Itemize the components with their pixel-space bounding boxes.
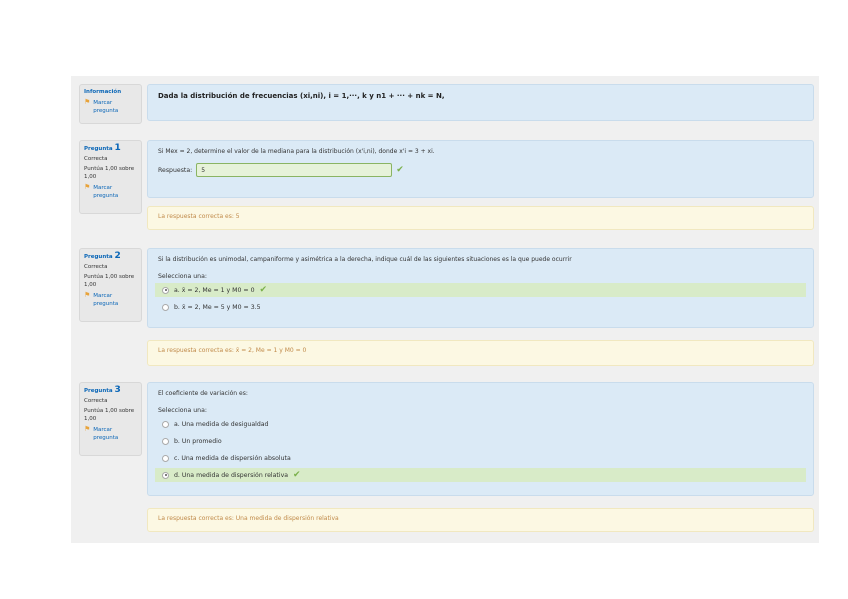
- question-content: Si la distribución es unimodal, campanif…: [147, 248, 814, 328]
- question-info-sidebar: Pregunta 3 Correcta Puntúa 1,00 sobre 1,…: [79, 382, 142, 456]
- option-a[interactable]: a. Una medida de desigualdad: [158, 417, 803, 431]
- flag-icon: ⚑: [84, 425, 91, 433]
- option-label: b. Un promedio: [174, 437, 222, 445]
- info-sidebar: Información ⚑ Marcar pregunta: [79, 84, 142, 124]
- radio-button[interactable]: [162, 437, 169, 445]
- checkmark-icon: ✔: [396, 165, 404, 175]
- radio-button[interactable]: [162, 471, 169, 479]
- radio-button[interactable]: [162, 303, 169, 311]
- question-title: Pregunta 3: [84, 385, 121, 395]
- question-title: Pregunta 1: [84, 143, 121, 153]
- quiz-review-page: Información ⚑ Marcar pregunta Dada la di…: [71, 76, 819, 543]
- question-content: El coeficiente de variación es: Seleccio…: [147, 382, 814, 496]
- checkmark-icon: ✔: [259, 285, 268, 295]
- answer-label: Respuesta:: [158, 166, 193, 174]
- flag-question-button[interactable]: ⚑ Marcar pregunta: [84, 184, 137, 200]
- flag-label: Marcar pregunta: [93, 293, 119, 307]
- question-score: Puntúa 1,00 sobre 1,00: [84, 166, 135, 180]
- option-label: d. Una medida de dispersión relativa: [174, 471, 289, 479]
- option-label: a. Una medida de desigualdad: [174, 420, 269, 428]
- flag-icon: ⚑: [84, 98, 91, 106]
- flag-question-button[interactable]: ⚑ Marcar pregunta: [84, 99, 137, 115]
- feedback-text: La respuesta correcta es: 5: [158, 213, 240, 220]
- feedback-box: La respuesta correcta es: x̄ = 2, Me = 1…: [147, 340, 814, 366]
- option-label: b. x̄ = 2, Me = 5 y M0 = 3.5: [174, 303, 261, 311]
- option-b[interactable]: b. Un promedio: [158, 434, 803, 448]
- question-score: Puntúa 1,00 sobre 1,00: [84, 274, 135, 288]
- question-score: Puntúa 1,00 sobre 1,00: [84, 408, 135, 422]
- info-text: Dada la distribución de frecuencias (xi,…: [158, 92, 445, 100]
- answer-row: Respuesta: ✔: [158, 163, 803, 177]
- option-c[interactable]: c. Una medida de dispersión absoluta: [158, 451, 803, 465]
- option-b[interactable]: b. x̄ = 2, Me = 5 y M0 = 3.5: [158, 300, 803, 314]
- radio-button[interactable]: [162, 454, 169, 462]
- question-content: Si Mex = 2, determine el valor de la med…: [147, 140, 814, 198]
- answer-input[interactable]: [196, 163, 393, 177]
- info-title: Información: [84, 89, 122, 95]
- question-title: Pregunta 2: [84, 251, 121, 261]
- feedback-text: La respuesta correcta es: Una medida de …: [158, 515, 339, 522]
- select-prompt: Selecciona una:: [158, 407, 207, 414]
- feedback-text: La respuesta correcta es: x̄ = 2, Me = 1…: [158, 347, 307, 354]
- question-status: Correcta: [84, 156, 108, 162]
- option-label: c. Una medida de dispersión absoluta: [174, 454, 291, 462]
- select-prompt: Selecciona una:: [158, 273, 207, 280]
- question-text: Si la distribución es unimodal, campanif…: [158, 256, 572, 263]
- radio-button[interactable]: [162, 286, 169, 294]
- question-info-sidebar: Pregunta 1 Correcta Puntúa 1,00 sobre 1,…: [79, 140, 142, 214]
- option-d[interactable]: d. Una medida de dispersión relativa ✔: [155, 468, 806, 482]
- flag-question-button[interactable]: ⚑ Marcar pregunta: [84, 292, 137, 308]
- option-a[interactable]: a. x̄ = 2, Me = 1 y M0 = 0 ✔: [155, 283, 806, 297]
- flag-label: Marcar pregunta: [93, 185, 119, 199]
- feedback-box: La respuesta correcta es: Una medida de …: [147, 508, 814, 532]
- flag-icon: ⚑: [84, 183, 91, 191]
- question-status: Correcta: [84, 398, 108, 404]
- feedback-box: La respuesta correcta es: 5: [147, 206, 814, 230]
- checkmark-icon: ✔: [293, 470, 301, 480]
- flag-label: Marcar pregunta: [93, 427, 119, 441]
- info-content: Dada la distribución de frecuencias (xi,…: [147, 84, 814, 121]
- radio-button[interactable]: [162, 420, 169, 428]
- question-status: Correcta: [84, 264, 108, 270]
- flag-icon: ⚑: [84, 291, 91, 299]
- question-text: Si Mex = 2, determine el valor de la med…: [158, 148, 435, 155]
- flag-question-button[interactable]: ⚑ Marcar pregunta: [84, 426, 137, 442]
- question-text: El coeficiente de variación es:: [158, 390, 248, 397]
- question-info-sidebar: Pregunta 2 Correcta Puntúa 1,00 sobre 1,…: [79, 248, 142, 322]
- flag-label: Marcar pregunta: [93, 100, 119, 114]
- option-label: a. x̄ = 2, Me = 1 y M0 = 0: [174, 286, 255, 294]
